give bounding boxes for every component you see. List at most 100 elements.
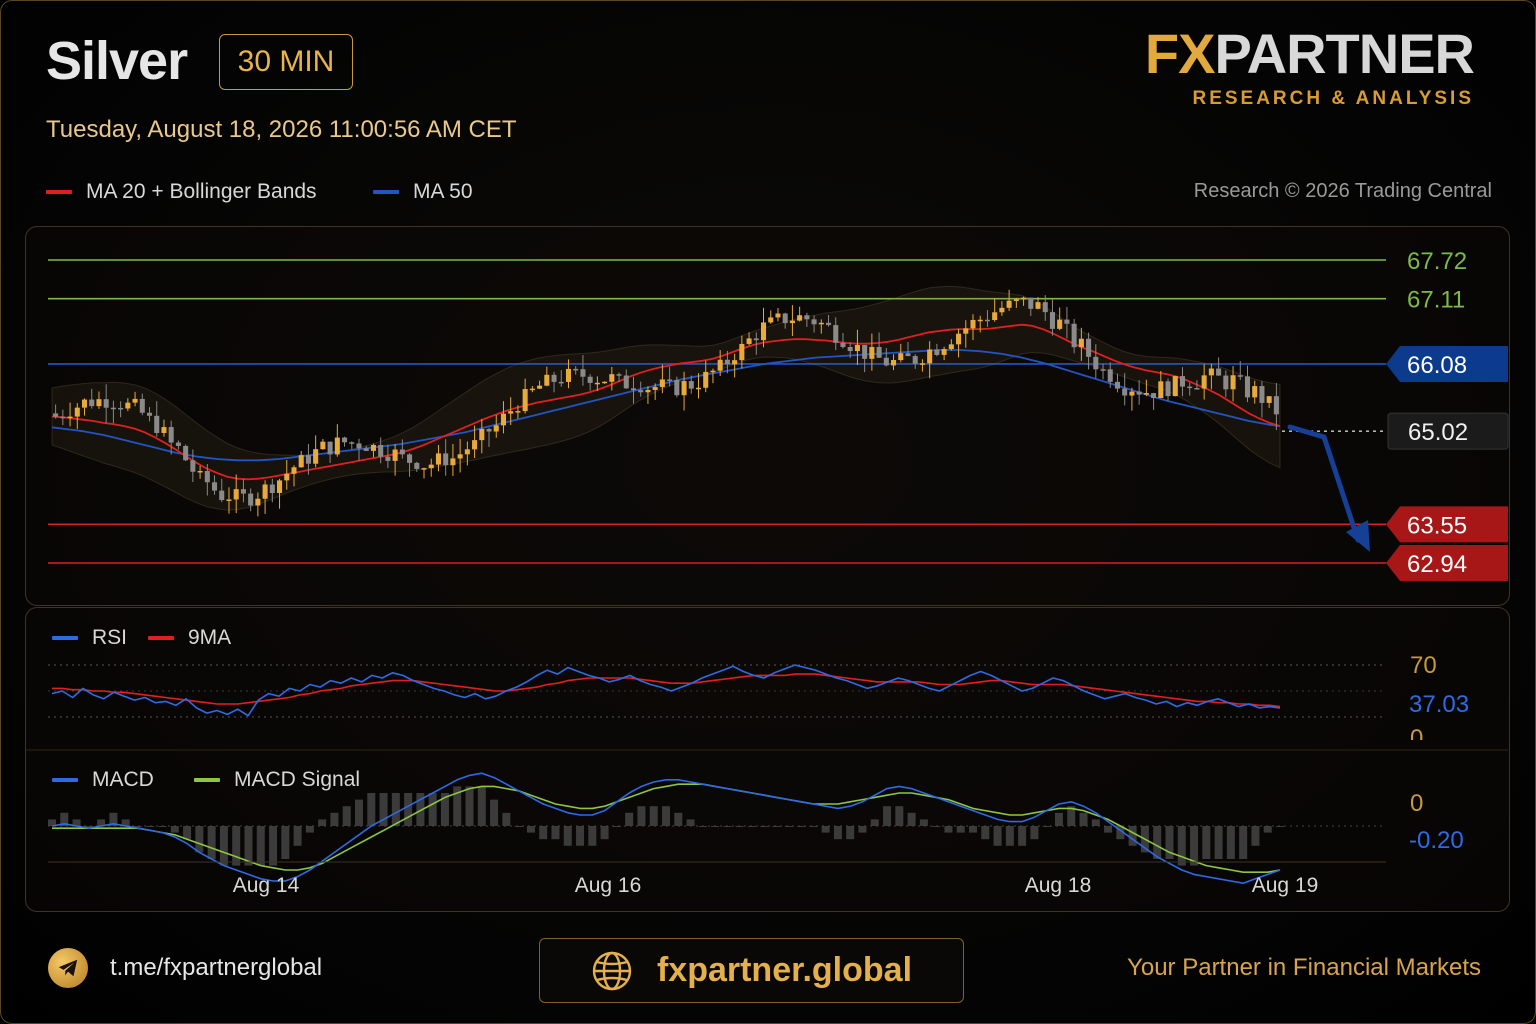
candle-body	[291, 467, 297, 474]
macd-histogram-bar	[883, 806, 892, 826]
candle-body	[695, 387, 702, 390]
legend-rsi-label: RSI	[92, 626, 128, 649]
candle-body	[1230, 375, 1236, 390]
candle-body	[1151, 393, 1157, 399]
candle-body	[161, 427, 167, 433]
candle-body	[912, 356, 918, 364]
candle-body	[305, 455, 311, 464]
candle-body	[970, 319, 976, 329]
macd-histogram-bar	[588, 826, 597, 846]
macd-histogram-bar	[662, 806, 670, 826]
candle-body	[623, 375, 629, 389]
candle-body	[638, 390, 644, 393]
macd-histogram-bar	[318, 819, 327, 826]
macd-histogram-bar	[526, 826, 535, 833]
candle-body	[659, 379, 665, 388]
candle-body	[934, 349, 940, 355]
candle-body	[883, 357, 889, 366]
candle-body	[826, 322, 832, 326]
candle-body	[240, 489, 246, 494]
macd-histogram-bar	[833, 826, 842, 840]
candle-body	[1208, 368, 1214, 376]
candle-body	[508, 411, 514, 414]
candle-body	[450, 458, 456, 466]
macd-histogram-bar	[821, 826, 830, 833]
macd-histogram-bar	[993, 826, 1002, 846]
macd-histogram-bar	[1091, 819, 1100, 826]
candle-body	[1216, 368, 1222, 376]
macd-histogram-bar	[551, 826, 560, 840]
candle-body	[1201, 375, 1207, 389]
candle-body	[811, 319, 817, 325]
candle-body	[1028, 297, 1034, 309]
level-label-67.72: 67.72	[1407, 248, 1467, 275]
candle-body	[999, 307, 1005, 313]
candle-body	[334, 437, 340, 455]
candle-body	[1266, 396, 1272, 403]
candle-body	[96, 399, 102, 407]
macd-histogram-bar	[170, 826, 179, 833]
macd-histogram-bar	[1128, 826, 1137, 846]
candle-body	[125, 402, 131, 409]
candle-body	[89, 399, 95, 407]
telegram-link[interactable]: t.me/fxpartnerglobal	[48, 948, 322, 988]
candle-body	[407, 454, 413, 463]
candle-body	[963, 328, 969, 334]
website-text: fxpartner.global	[656, 951, 913, 989]
macd-histogram-bar	[625, 812, 634, 826]
rsi-swatch	[52, 636, 78, 640]
macd-histogram-bar	[1042, 826, 1051, 827]
candle-body	[1064, 319, 1070, 324]
candle-body	[110, 407, 116, 410]
legend-rsi: RSI	[52, 626, 127, 650]
website-button[interactable]: fxpartner.global	[539, 938, 964, 1003]
candle-body	[255, 498, 261, 506]
candle-body	[652, 387, 658, 390]
macd-histogram-bar	[428, 793, 437, 826]
last-price-label: 65.02	[1408, 419, 1468, 446]
candle-body	[739, 343, 745, 361]
macd-histogram-bar	[944, 826, 953, 833]
macd-histogram-bar	[355, 799, 363, 826]
macd-histogram-bar	[133, 826, 142, 827]
candle-body	[558, 381, 564, 384]
level-label-62.94: 62.94	[1407, 551, 1467, 578]
macd-histogram-bar	[256, 826, 265, 866]
macd-histogram-bar	[404, 793, 413, 826]
candle-body	[1071, 323, 1077, 348]
candle-body	[732, 360, 738, 365]
candle-body	[493, 425, 499, 432]
candle-body	[529, 388, 535, 391]
candle-body	[688, 381, 694, 389]
legend-9ma: 9MA	[148, 626, 231, 650]
rsi-value: 37.03	[1409, 691, 1469, 718]
candle-body	[1035, 302, 1041, 309]
candle-body	[1042, 302, 1048, 313]
legend-macd-signal-label: MACD Signal	[234, 768, 361, 791]
macd-histogram-bar	[649, 806, 658, 826]
rsi-level-70: 70	[1410, 652, 1437, 679]
candle-body	[327, 441, 333, 455]
macd-histogram-bar	[1214, 826, 1223, 859]
macd-histogram-bar	[576, 826, 585, 846]
rsi-line	[51, 664, 1281, 717]
candle-body	[342, 437, 348, 443]
candle-body	[544, 374, 550, 386]
macd-histogram-bar	[907, 812, 916, 826]
candle-body	[1086, 338, 1092, 357]
candle-body	[212, 482, 218, 491]
candle-body	[804, 315, 810, 320]
candle-body	[789, 320, 795, 324]
legend-macd: MACD	[52, 768, 154, 792]
candle-body	[204, 470, 210, 483]
legend-9ma-label: 9MA	[188, 626, 232, 649]
candle-body	[1187, 386, 1193, 389]
candle-body	[977, 319, 983, 322]
candle-body	[414, 462, 420, 469]
macd-histogram-bar	[342, 806, 351, 826]
candle-body	[472, 440, 478, 450]
candle-body	[768, 317, 774, 323]
macd-histogram-bar	[1005, 826, 1014, 846]
candle-body	[74, 407, 80, 417]
macd-histogram-bar	[637, 806, 646, 826]
